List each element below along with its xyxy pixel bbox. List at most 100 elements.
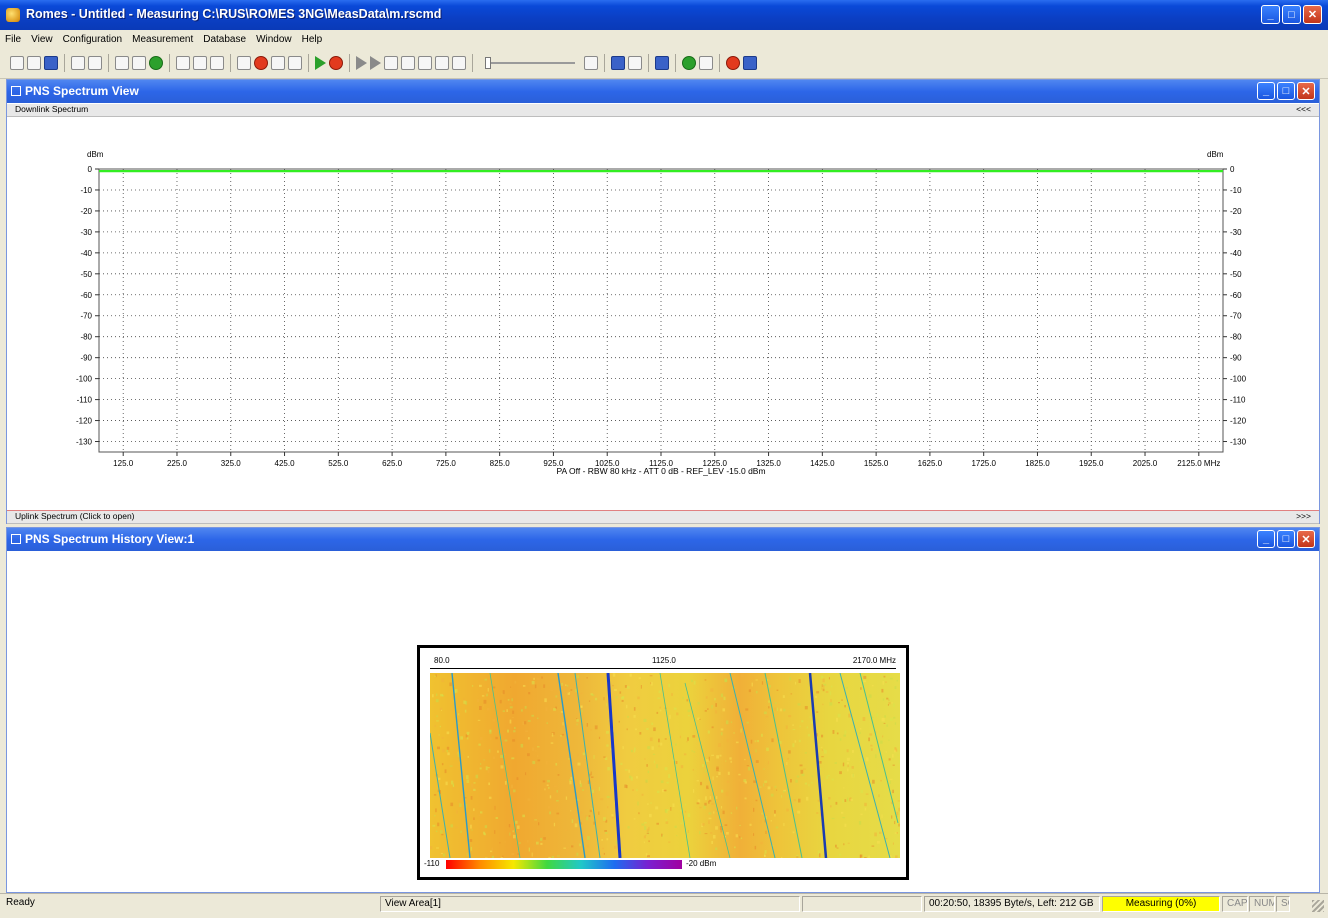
menu-measurement[interactable]: Measurement xyxy=(127,34,198,45)
waterfall-speckle xyxy=(897,680,899,682)
waterfall-speckle xyxy=(430,846,432,849)
waterfall-speckle xyxy=(556,695,558,697)
waterfall-speckle xyxy=(768,685,771,688)
waterfall-speckle xyxy=(437,747,440,750)
replay-step-icon[interactable] xyxy=(370,56,381,70)
flag-icon[interactable] xyxy=(611,56,625,70)
report-icon[interactable] xyxy=(176,56,190,70)
waterfall-speckle xyxy=(590,729,592,730)
uplink-header[interactable]: Uplink Spectrum (Click to open) >>> xyxy=(7,510,1319,524)
waterfall-speckle xyxy=(552,733,554,737)
start-measurement-icon[interactable] xyxy=(315,56,326,70)
waterfall-speckle xyxy=(534,819,537,820)
info-icon[interactable] xyxy=(743,56,757,70)
device-config-icon[interactable] xyxy=(288,56,302,70)
waterfall-speckle xyxy=(710,688,713,691)
downlink-spectrum-chart[interactable]: 00-10-10-20-20-30-30-40-40-50-50-60-60-7… xyxy=(7,117,1319,507)
edit-icon[interactable] xyxy=(210,56,224,70)
menu-view[interactable]: View xyxy=(26,34,58,45)
downlink-toggle[interactable]: <<< xyxy=(1296,104,1311,114)
waterfall-speckle xyxy=(764,712,767,715)
waterfall-speckle xyxy=(556,763,558,766)
menu-database[interactable]: Database xyxy=(198,34,251,45)
device-icon[interactable] xyxy=(237,56,251,70)
waterfall-speckle xyxy=(752,683,753,687)
waterfall-speckle xyxy=(532,748,534,751)
new-file-icon[interactable] xyxy=(10,56,24,70)
replay-position-slider[interactable] xyxy=(485,56,575,70)
menu-help[interactable]: Help xyxy=(297,34,328,45)
alarm-icon[interactable] xyxy=(726,56,740,70)
record-device-icon[interactable] xyxy=(254,56,268,70)
open-file-icon[interactable] xyxy=(27,56,41,70)
menu-window[interactable]: Window xyxy=(251,34,297,45)
spectrum-minimize-button[interactable]: _ xyxy=(1257,82,1275,100)
romes-app-icon[interactable] xyxy=(6,8,20,22)
find-icon[interactable] xyxy=(193,56,207,70)
waterfall-speckle xyxy=(706,696,708,698)
waterfall-speckle xyxy=(825,798,828,799)
network-icon[interactable] xyxy=(655,56,669,70)
menu-configuration[interactable]: Configuration xyxy=(58,34,127,45)
export-icon[interactable] xyxy=(115,56,129,70)
waterfall-speckle xyxy=(895,855,898,858)
waterfall-speckle xyxy=(736,824,738,826)
app-title-bar[interactable]: Romes - Untitled - Measuring C:\RUS\ROME… xyxy=(0,0,1328,30)
waterfall-speckle xyxy=(434,815,435,816)
waterfall-speckle xyxy=(470,839,473,842)
waterfall-speckle xyxy=(441,678,444,682)
history-maximize-button[interactable]: □ xyxy=(1277,530,1295,548)
waterfall-speckle xyxy=(478,744,480,746)
record-icon[interactable] xyxy=(418,56,432,70)
maximize-button[interactable]: □ xyxy=(1282,5,1301,24)
history-view-title-bar[interactable]: PNS Spectrum History View:1 _ □ ✕ xyxy=(7,528,1319,551)
close-button[interactable]: ✕ xyxy=(1303,5,1322,24)
jump-icon[interactable] xyxy=(401,56,415,70)
print-icon[interactable] xyxy=(132,56,146,70)
menu-file[interactable]: File xyxy=(0,34,26,45)
remove-icon[interactable] xyxy=(699,56,713,70)
help-icon[interactable] xyxy=(149,56,163,70)
waterfall-speckle xyxy=(897,832,898,834)
slider-thumb[interactable] xyxy=(485,57,491,69)
waterfall-speckle xyxy=(512,739,515,741)
x-tick-label: 625.0 xyxy=(382,459,403,468)
spectrum-view-title-bar[interactable]: PNS Spectrum View _ □ ✕ xyxy=(7,80,1319,103)
waterfall-speckle xyxy=(796,856,798,857)
waterfall-speckle xyxy=(864,857,867,858)
device-settings-icon[interactable] xyxy=(271,56,285,70)
pin-icon[interactable] xyxy=(628,56,642,70)
waterfall-speckle xyxy=(634,715,636,718)
downlink-header[interactable]: Downlink Spectrum <<< xyxy=(7,104,1319,117)
waterfall-speckle xyxy=(805,706,808,709)
save-workspace-icon[interactable] xyxy=(88,56,102,70)
waterfall-speckle xyxy=(592,790,594,793)
stop-measurement-icon[interactable] xyxy=(329,56,343,70)
waterfall-speckle xyxy=(614,689,617,691)
save-icon[interactable] xyxy=(44,56,58,70)
waterfall-speckle xyxy=(871,748,873,751)
resize-grip[interactable] xyxy=(1312,900,1324,912)
replay-icon[interactable] xyxy=(356,56,367,70)
minimize-button[interactable]: _ xyxy=(1261,5,1280,24)
pointer-icon[interactable] xyxy=(584,56,598,70)
waterfall-speckle xyxy=(811,721,813,724)
waterfall-speckle xyxy=(669,715,670,719)
waterfall-speckle xyxy=(632,789,634,791)
pause-icon[interactable] xyxy=(435,56,449,70)
uplink-label[interactable]: Uplink Spectrum (Click to open) xyxy=(15,511,135,521)
spectrum-maximize-button[interactable]: □ xyxy=(1277,82,1295,100)
slider-track xyxy=(485,62,575,64)
open-workspace-icon[interactable] xyxy=(71,56,85,70)
add-icon[interactable] xyxy=(682,56,696,70)
history-minimize-button[interactable]: _ xyxy=(1257,530,1275,548)
rewind-icon[interactable] xyxy=(452,56,466,70)
uplink-toggle[interactable]: >>> xyxy=(1296,511,1311,521)
waterfall-speckle xyxy=(493,719,495,722)
spectrum-close-button[interactable]: ✕ xyxy=(1297,82,1315,100)
forward-icon[interactable] xyxy=(384,56,398,70)
history-close-button[interactable]: ✕ xyxy=(1297,530,1315,548)
waterfall-image[interactable] xyxy=(430,673,900,858)
waterfall-speckle xyxy=(450,824,453,827)
waterfall-speckle xyxy=(760,842,763,844)
